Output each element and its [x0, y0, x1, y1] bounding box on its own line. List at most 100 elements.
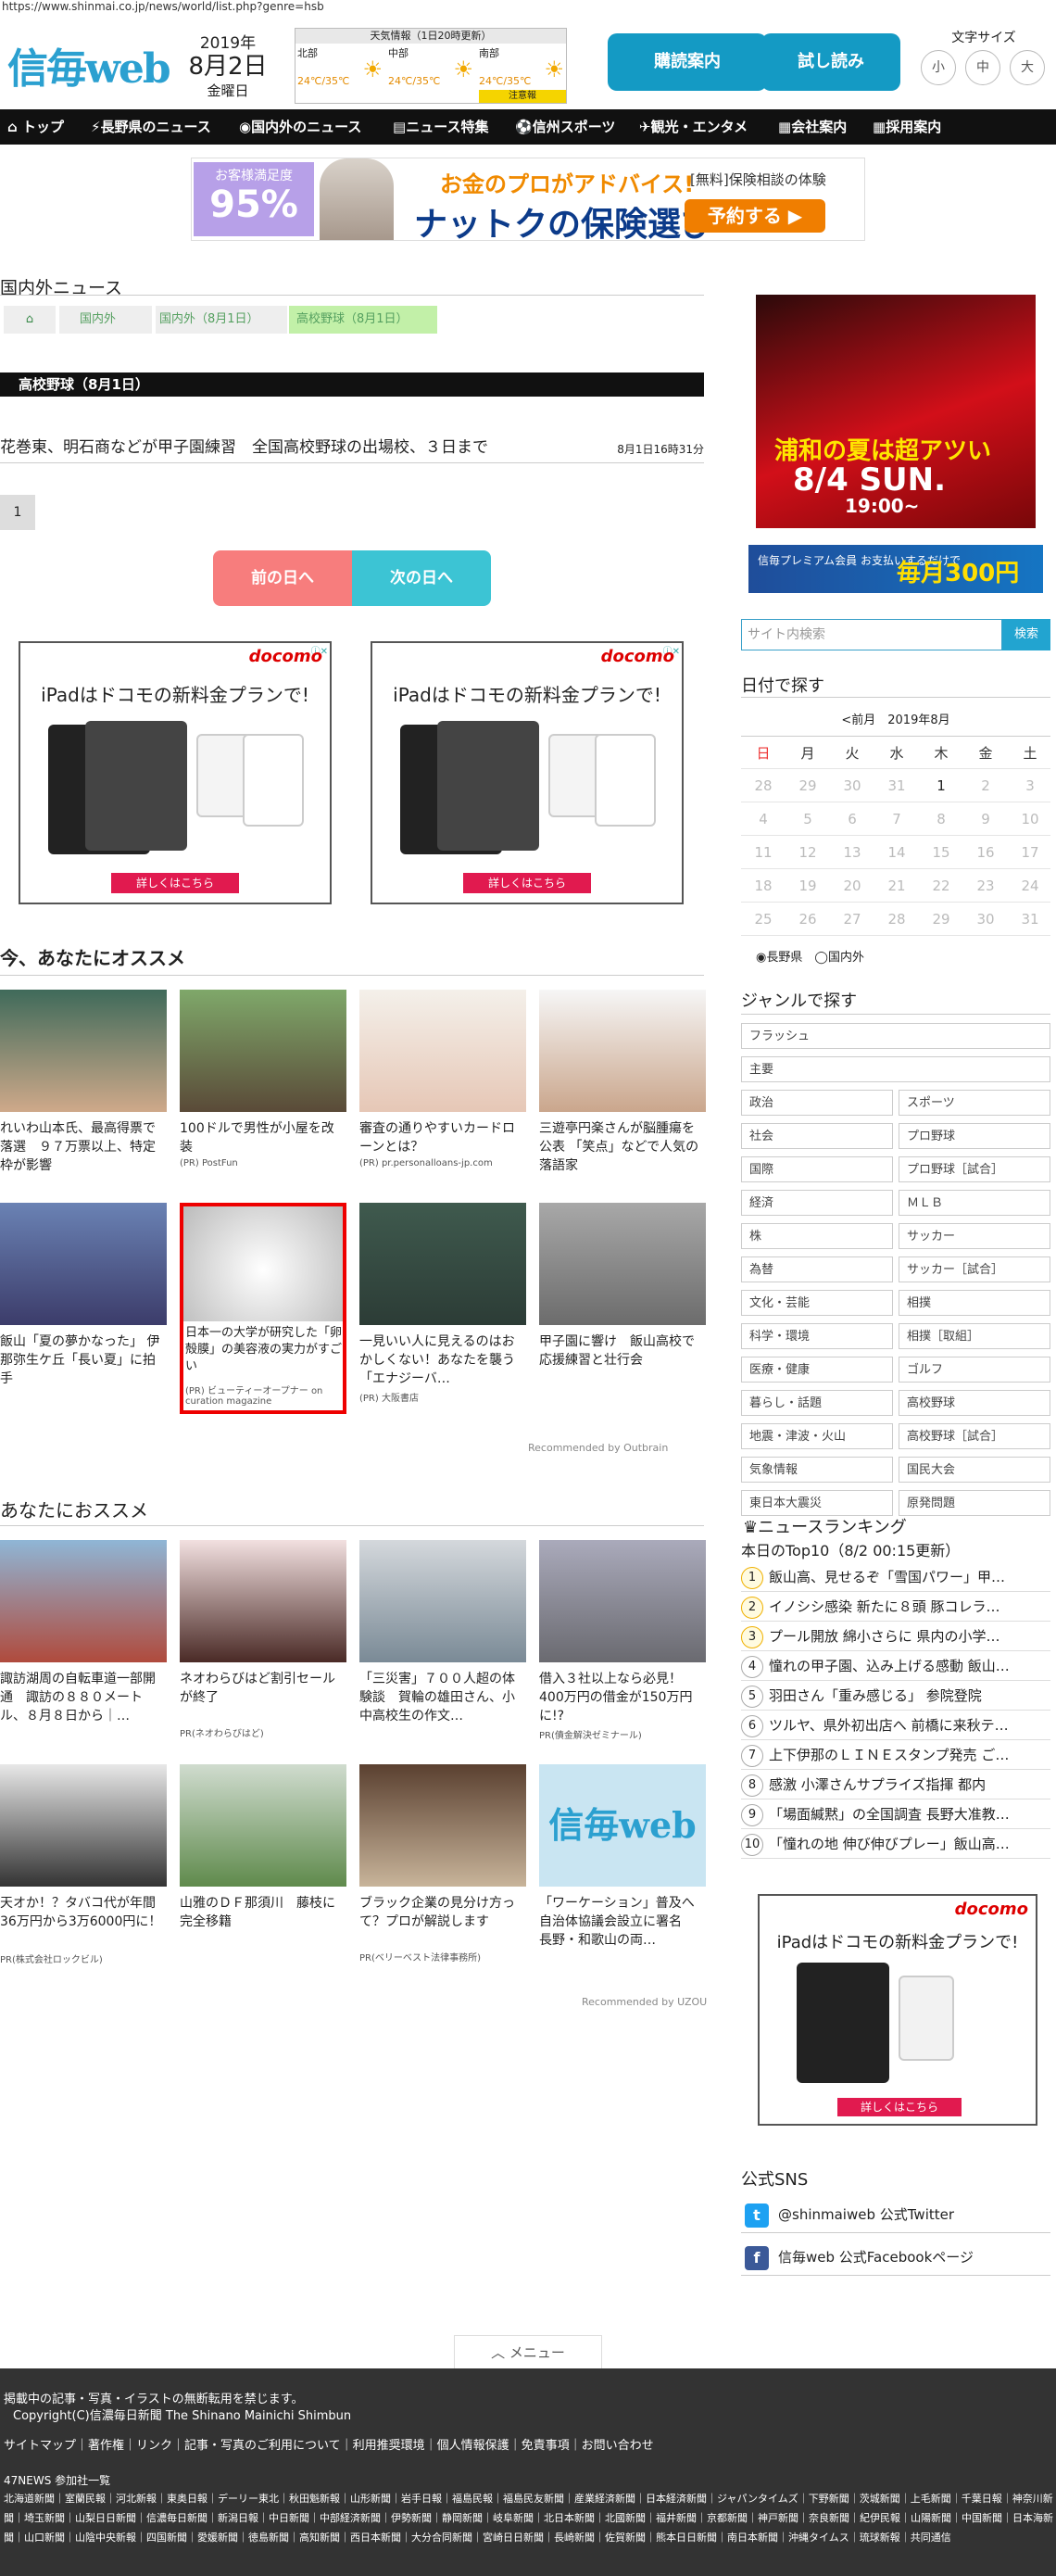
radio-nagano[interactable]: ◉長野県: [756, 951, 802, 965]
genre-item[interactable]: 社会: [741, 1123, 893, 1149]
banner-reserve-button[interactable]: 予約する ▶: [685, 199, 825, 233]
genre-item[interactable]: 暮らし・話題: [741, 1390, 893, 1416]
news-title[interactable]: 花巻東、明石商などが甲子園練習 全国高校野球の出場校、３日まで: [0, 438, 488, 457]
premium-banner-ad[interactable]: 信毎プレミアム会員 お支払いするだけで 毎月300円: [748, 545, 1043, 593]
font-size-large-button[interactable]: 大: [1010, 50, 1045, 85]
ad-cta-button[interactable]: 詳しくはこちら: [463, 873, 591, 893]
genre-item[interactable]: 相撲: [899, 1290, 1050, 1316]
insurance-banner-ad[interactable]: お客様満足度 95% お金のプロがアドバイス! ナットクの保険選び [無料]保険相…: [191, 158, 865, 244]
facebook-link[interactable]: f 信毎web 公式Facebookページ: [741, 2239, 1050, 2276]
nav-entertainment[interactable]: ✈観光・エンタメ: [639, 109, 748, 145]
docomo-side-ad[interactable]: docomo iPadはドコモの新料金プランで! 詳しくはこちら: [758, 1894, 1037, 2126]
breadcrumb-item[interactable]: 国内外: [59, 306, 152, 334]
genre-item[interactable]: スポーツ: [899, 1090, 1050, 1116]
genre-item[interactable]: サッカー: [899, 1223, 1050, 1249]
reco2-card[interactable]: 信毎web 「ワーケーション」普及へ自治体協議会設立に署名 長野・和歌山の両…: [539, 1764, 706, 1950]
genre-item[interactable]: 主要: [741, 1056, 1050, 1082]
site-search-input[interactable]: サイト内検索: [741, 619, 1002, 650]
news-item[interactable]: 花巻東、明石商などが甲子園練習 全国高校野球の出場校、３日まで 8月1日16時31…: [0, 434, 704, 463]
ranking-item[interactable]: 9 「場面緘黙」の全国調査 長野大准教…: [741, 1799, 1050, 1829]
ad-cta-button[interactable]: 詳しくはこちら: [837, 2098, 962, 2116]
footer-paper-links[interactable]: 北海道新聞｜室蘭民報｜河北新報｜東奥日報｜デーリー東北｜秋田魁新報｜山形新聞｜岩…: [4, 2489, 1054, 2547]
next-day-button[interactable]: 次の日へ: [352, 550, 491, 606]
font-size-medium-button[interactable]: 中: [965, 50, 1000, 85]
genre-item[interactable]: ＭＬＢ: [899, 1190, 1050, 1216]
reco2-card[interactable]: 天オか！？タバコ代が年間36万円から3万6000円に！ PR(株式会社ロックビル): [0, 1764, 167, 1965]
outbrain-credit[interactable]: Recommended by Outbrain: [528, 1442, 668, 1454]
genre-item[interactable]: 国民大会: [899, 1457, 1050, 1483]
region-radio[interactable]: ◉長野県 ◯国内外: [756, 947, 864, 965]
reco2-card[interactable]: 諏訪湖周の自転車道一部開通 諏訪の８８０メートル、８月８日から｜…: [0, 1540, 167, 1725]
radio-world[interactable]: ◯国内外: [814, 951, 864, 965]
genre-item[interactable]: 文化・芸能: [741, 1290, 893, 1316]
ranking-item[interactable]: 7 上下伊那のＬＩＮＥスタンプ発売 ご…: [741, 1740, 1050, 1770]
reco-card[interactable]: 100ドルで男性が小屋を改装 (PR) PostFun: [180, 990, 346, 1168]
footer-links[interactable]: サイトマップ｜著作権｜リンク｜記事・写真のご利用について｜利用推奨環境｜個人情報…: [4, 2435, 654, 2453]
menu-toggle[interactable]: ︿ メニュー: [454, 2335, 602, 2368]
genre-item[interactable]: 国際: [741, 1156, 893, 1182]
genre-item[interactable]: 東日本大震災: [741, 1490, 893, 1516]
genre-item[interactable]: フラッシュ: [741, 1023, 1050, 1049]
reco-card[interactable]: 甲子園に響け 飯山高校で応援練習と壮行会: [539, 1203, 706, 1388]
ranking-item[interactable]: 1 飯山高、見せるぞ「雪国パワー」甲…: [741, 1562, 1050, 1592]
ranking-item[interactable]: 6 ツルヤ、県外初出店へ 前橋に来秋テ…: [741, 1711, 1050, 1740]
prev-day-button[interactable]: 前の日へ: [213, 550, 352, 606]
nav-features[interactable]: ▤ニュース特集: [393, 109, 488, 145]
reco-card[interactable]: 一見いい人に見えるのはおかしくない！あなたを襲う「エナジーバ… (PR) 大阪書店: [359, 1203, 526, 1404]
nav-sports[interactable]: ⚽信州スポーツ: [515, 109, 615, 145]
nav-world[interactable]: ◉国内外のニュース: [239, 109, 361, 145]
ranking-item[interactable]: 5 羽田さん「重み感じる」 参院登院: [741, 1681, 1050, 1711]
search-button[interactable]: 検索: [1002, 619, 1050, 650]
ranking-item[interactable]: 10 「憧れの地 伸び伸びプレー」飯山高…: [741, 1829, 1050, 1859]
nav-recruit[interactable]: ▦採用案内: [873, 109, 941, 145]
reco2-card[interactable]: 山雅のＤＦ那須川 藤枝に完全移籍: [180, 1764, 346, 1950]
genre-item[interactable]: 高校野球: [899, 1390, 1050, 1416]
reco-card-highlighted[interactable]: 日本一の大学が研究した「卵殻膜」の美容液の実力がすごい (PR) ビューティーオー…: [180, 1203, 346, 1414]
genre-item[interactable]: 原発問題: [899, 1490, 1050, 1516]
genre-item[interactable]: 高校野球［試合］: [899, 1423, 1050, 1449]
reco-card[interactable]: 審査の通りやすいカードローンとは？ (PR) pr.personalloans-j…: [359, 990, 526, 1168]
reco-card[interactable]: 三遊亭円楽さんが脳腫瘍を公表 「笑点」などで人気の落語家: [539, 990, 706, 1175]
reco2-card[interactable]: 借入３社以上なら必見！400万円の借金が150万円に!? PR(債金解決ゼミナール…: [539, 1540, 706, 1741]
reco2-card[interactable]: ネオわらびはど割引セールが終了 PR(ネオわらびはど): [180, 1540, 346, 1739]
genre-item[interactable]: サッカー［試合］: [899, 1256, 1050, 1282]
docomo-ad[interactable]: ⓘ✕ docomo iPadはドコモの新料金プランで! 詳しくはこちら: [371, 641, 684, 904]
genre-item[interactable]: プロ野球［試合］: [899, 1156, 1050, 1182]
weather-widget[interactable]: 天気情報（1日20時更新） 北部 24℃/35℃ ☀ 中部 24℃/35℃ ☀ 南部 24…: [295, 28, 567, 104]
genre-item[interactable]: 気象情報: [741, 1457, 893, 1483]
genre-item[interactable]: 経済: [741, 1190, 893, 1216]
calendar-day[interactable]: 1: [919, 769, 963, 802]
ranking-item[interactable]: 8 感激 小澤さんサプライズ指揮 都内: [741, 1770, 1050, 1799]
genre-item[interactable]: プロ野球: [899, 1123, 1050, 1149]
nav-top[interactable]: ⌂ トップ: [7, 109, 64, 145]
genre-item[interactable]: 政治: [741, 1090, 893, 1116]
ranking-item[interactable]: 4 憧れの甲子園、込み上げる感動 飯山…: [741, 1651, 1050, 1681]
trial-button[interactable]: 試し読み: [761, 33, 900, 91]
page-number-button[interactable]: 1: [0, 495, 35, 530]
genre-item[interactable]: 為替: [741, 1256, 893, 1282]
breadcrumb-home-icon[interactable]: ⌂: [4, 306, 56, 334]
nav-company[interactable]: ▦会社案内: [778, 109, 847, 145]
ranking-item[interactable]: 2 イノシシ感染 新たに８頭 豚コレラ…: [741, 1592, 1050, 1622]
breadcrumb-item[interactable]: 国内外（8月1日）: [156, 306, 287, 334]
reco-card[interactable]: れいわ山本氏、最高得票で落選 ９７万票以上、特定枠が影響: [0, 990, 167, 1175]
genre-item[interactable]: 株: [741, 1223, 893, 1249]
genre-item[interactable]: ゴルフ: [899, 1357, 1050, 1383]
urawa-reds-ad[interactable]: 浦和の夏は超アツい 8/4 SUN. 19:00~: [756, 295, 1036, 528]
genre-item[interactable]: 科学・環境: [741, 1323, 893, 1349]
subscribe-button[interactable]: 購読案内: [608, 33, 767, 91]
font-size-small-button[interactable]: 小: [921, 50, 956, 85]
docomo-ad[interactable]: ⓘ✕ docomo iPadはドコモの新料金プランで! 詳しくはこちら: [19, 641, 332, 904]
ranking-item[interactable]: 3 プール開放 綿小さらに 県内の小学…: [741, 1622, 1050, 1651]
uzou-credit[interactable]: Recommended by UZOU: [582, 1996, 707, 2008]
reco-card[interactable]: 飯山「夏の夢かなった」 伊那弥生ケ丘「長い夏」に拍手: [0, 1203, 167, 1388]
genre-item[interactable]: 地震・津波・火山: [741, 1423, 893, 1449]
nav-nagano[interactable]: ⚡長野県のニュース: [91, 109, 211, 145]
calendar-nav[interactable]: <前月 2019年8月: [741, 706, 1050, 736]
genre-item[interactable]: 医療・健康: [741, 1357, 893, 1383]
genre-item[interactable]: 相撲［取組］: [899, 1323, 1050, 1349]
ad-cta-button[interactable]: 詳しくはこちら: [111, 873, 239, 893]
site-logo[interactable]: 信毎web: [7, 35, 171, 95]
twitter-link[interactable]: t @shinmaiweb 公式Twitter: [741, 2196, 1050, 2233]
reco2-card[interactable]: 「三災害」７００人超の体験談 賀輪の雄田さん、小中高校生の作文…: [359, 1540, 526, 1725]
